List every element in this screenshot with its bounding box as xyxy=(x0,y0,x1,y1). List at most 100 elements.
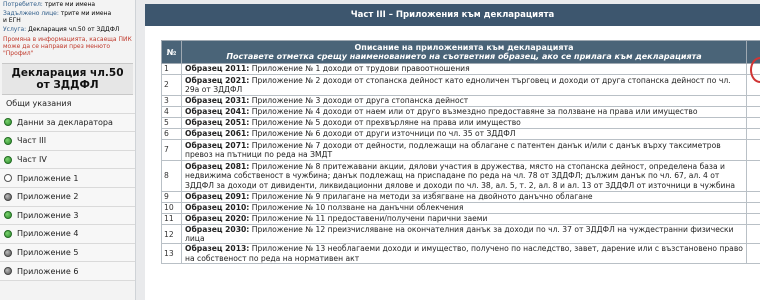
form-code: Образец 2061: xyxy=(185,129,250,139)
row-checkbox-cell[interactable] xyxy=(746,202,760,214)
form-description: Приложение № 3 доходи от друга стопанска… xyxy=(251,96,469,106)
user-info: Потребител: трите ми имена xyxy=(0,0,135,9)
row-description: Образец 2051: Приложение № 5 доходи от п… xyxy=(181,117,747,129)
user-value: трите ми имена xyxy=(44,1,96,8)
obliged-info: Задължено лице: трите ми имена и ЕГН xyxy=(0,9,135,25)
row-description: Образец 2010: Приложение № 10 ползване н… xyxy=(181,202,747,214)
status-green-icon xyxy=(4,229,12,238)
sidebar-item[interactable]: Приложение 2 xyxy=(0,187,135,207)
service-value: Декларация чл.50 от ЗДДФЛ xyxy=(28,26,120,33)
status-green-icon xyxy=(4,136,12,145)
form-code: Образец 2031: xyxy=(185,96,250,106)
table-row: 4 Образец 2041: Приложение № 4 доходи от … xyxy=(161,106,760,118)
form-code: Образец 2041: xyxy=(185,107,250,117)
row-number: 9 xyxy=(161,191,182,203)
row-checkbox-cell[interactable] xyxy=(746,243,760,264)
form-code: Образец 2021: xyxy=(185,75,250,85)
column-subtitle: Поставете отметка срещу наименованието н… xyxy=(226,52,702,61)
form-code: Образец 2013: xyxy=(185,244,250,254)
form-description: Приложение № 1 доходи от трудови правоот… xyxy=(251,64,470,74)
sidebar-item-label: Общи указания xyxy=(6,99,72,109)
obliged-value-egn: и ЕГН xyxy=(3,17,21,24)
sidebar-item-label: Приложение 5 xyxy=(17,248,79,258)
table-row: 11 Образец 2020: Приложение № 11 предоста… xyxy=(161,213,760,225)
status-gray-icon xyxy=(4,192,12,201)
table-row: 8 Образец 2081: Приложение № 8 притежаван… xyxy=(161,160,760,192)
column-description-header: Описание на приложенията към декларацият… xyxy=(181,40,747,64)
status-green-icon xyxy=(4,211,12,220)
sidebar-item-label: Приложение 1 xyxy=(17,173,79,183)
table-row: 3 Образец 2031: Приложение № 3 доходи от … xyxy=(161,95,760,107)
row-description: Образец 2081: Приложение № 8 притежавани… xyxy=(181,160,747,192)
form-code: Образец 2011: xyxy=(185,64,250,74)
form-description: Приложение № 7 доходи от дейности, подле… xyxy=(185,140,721,159)
sidebar-nav: Общи указания Данни за декларатора Част II… xyxy=(0,95,135,281)
row-description: Образец 2021: Приложение № 2 доходи от с… xyxy=(181,74,747,96)
form-description: Приложение № 11 предоставени/получени па… xyxy=(251,214,488,224)
form-description: Приложение № 5 доходи от прехвърляне на … xyxy=(251,118,521,128)
sidebar-item[interactable]: Общи указания xyxy=(0,95,135,114)
table-row: 6 Образец 2061: Приложение № 6 доходи от … xyxy=(161,128,760,140)
sidebar-item-label: Част III xyxy=(17,136,47,146)
table-row: 5 Образец 2051: Приложение № 5 доходи от … xyxy=(161,117,760,129)
form-description: Приложение № 6 доходи от други източници… xyxy=(251,129,516,139)
sidebar-item[interactable]: Приложение 1 xyxy=(0,169,135,188)
sidebar-item[interactable]: Част III xyxy=(0,132,135,151)
sidebar-item-label: Приложение 2 xyxy=(17,192,79,202)
row-checkbox-cell[interactable] xyxy=(746,213,760,225)
row-description: Образец 2061: Приложение № 6 доходи от д… xyxy=(181,128,747,140)
sidebar-item[interactable]: Приложение 5 xyxy=(0,243,135,263)
row-checkbox-cell[interactable] xyxy=(746,139,760,161)
form-code: Образец 2081: xyxy=(185,162,250,172)
row-checkbox-cell[interactable] xyxy=(746,191,760,203)
row-description: Образец 2030: Приложение № 12 преизчисля… xyxy=(181,223,747,245)
table-header-row: № Описание на приложенията към деклараци… xyxy=(161,40,760,64)
row-number: 8 xyxy=(161,160,182,192)
table-row: 2 Образец 2021: Приложение № 2 доходи от … xyxy=(161,74,760,96)
part-header: Част III – Приложения към декларацията xyxy=(145,4,760,26)
user-label: Потребител: xyxy=(3,1,43,8)
row-description: Образец 2013: Приложение № 13 необлагаем… xyxy=(181,243,747,264)
row-checkbox-cell[interactable] xyxy=(746,223,760,245)
form-description: Приложение № 8 притежавани акции, дялови… xyxy=(185,162,736,190)
status-gray-icon xyxy=(4,248,12,257)
row-checkbox-cell[interactable] xyxy=(746,160,760,192)
service-label: Услуга: xyxy=(3,26,27,33)
row-number: 1 xyxy=(161,63,182,75)
form-code: Образец 2051: xyxy=(185,118,250,128)
row-checkbox-cell[interactable] xyxy=(746,95,760,107)
sidebar-item[interactable]: Част IV xyxy=(0,150,135,170)
row-description: Образец 2011: Приложение № 1 доходи от т… xyxy=(181,63,747,75)
row-checkbox-cell[interactable] xyxy=(746,128,760,140)
obliged-value: трите ми имена xyxy=(60,10,112,17)
status-gray-icon xyxy=(4,267,12,276)
sidebar-item-label: Приложение 3 xyxy=(17,210,79,220)
row-checkbox-cell[interactable] xyxy=(746,106,760,118)
form-description: Приложение № 9 прилагане на методи за из… xyxy=(251,192,593,202)
row-number: 7 xyxy=(161,139,182,161)
sidebar-item[interactable]: Приложение 4 xyxy=(0,225,135,244)
sidebar-item-label: Приложение 6 xyxy=(17,266,79,276)
sidebar-item[interactable]: Приложение 6 xyxy=(0,262,135,281)
status-green-icon xyxy=(4,155,12,164)
sidebar-item[interactable]: Приложение 3 xyxy=(0,206,135,226)
form-description: Приложение № 12 преизчисляване на оконча… xyxy=(185,225,734,244)
table-row: 12 Образец 2030: Приложение № 12 преизчис… xyxy=(161,223,760,245)
row-number: 3 xyxy=(161,95,182,107)
attachments-table: № Описание на приложенията към деклараци… xyxy=(161,40,760,264)
sidebar-item[interactable]: Данни за декларатора xyxy=(0,113,135,133)
row-number: 5 xyxy=(161,117,182,129)
row-description: Образец 2020: Приложение № 11 предоставе… xyxy=(181,213,747,225)
form-code: Образец 2071: xyxy=(185,140,250,150)
sidebar-item-label: Част IV xyxy=(17,155,47,165)
profile-warning: Промяна в информацията, касаеща ПИК може… xyxy=(3,36,132,57)
column-number-header: № xyxy=(161,40,182,64)
table-row: 9 Образец 2091: Приложение № 9 прилагане … xyxy=(161,191,760,203)
row-checkbox-cell[interactable] xyxy=(746,117,760,129)
table-row: 13 Образец 2013: Приложение № 13 необлага… xyxy=(161,243,760,264)
table-row: 7 Образец 2071: Приложение № 7 доходи от … xyxy=(161,139,760,161)
row-description: Образец 2071: Приложение № 7 доходи от д… xyxy=(181,139,747,161)
row-description: Образец 2031: Приложение № 3 доходи от д… xyxy=(181,95,747,107)
row-number: 6 xyxy=(161,128,182,140)
form-code: Образец 2091: xyxy=(185,192,250,202)
